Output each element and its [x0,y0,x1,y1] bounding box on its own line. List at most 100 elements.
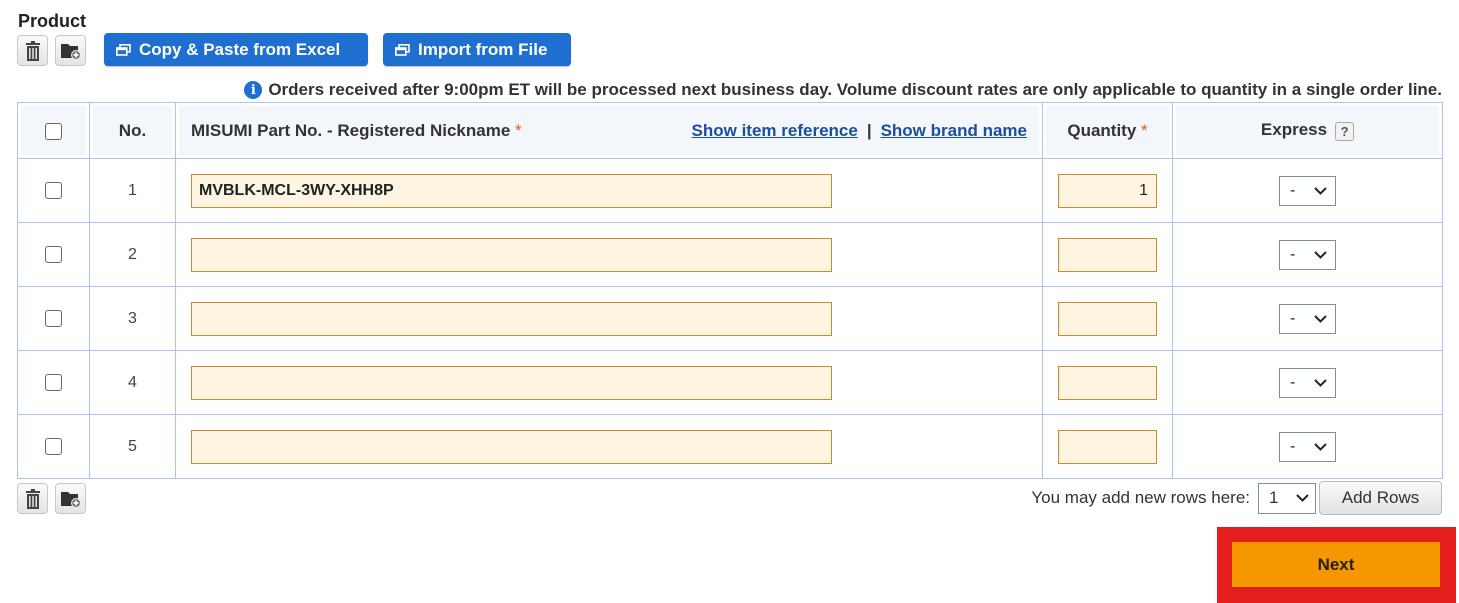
chevron-down-icon [1314,378,1327,387]
quantity-input[interactable] [1058,237,1157,272]
trash-icon [25,488,40,509]
link-separator: | [866,120,872,140]
table-row: 5 - [17,414,1443,479]
row-select-cell [17,350,90,415]
info-icon: i [244,81,263,99]
add-rows-area: You may add new rows here: 1 Add Rows [1031,481,1442,515]
import-from-file-label: Import from File [418,39,548,59]
next-highlight: Next [1217,527,1456,603]
quantity-input[interactable] [1058,429,1157,464]
row-number: 3 [89,286,176,351]
order-notice: i Orders received after 9:00pm ET will b… [244,80,1442,100]
copy-paste-excel-button[interactable]: Copy & Paste from Excel [104,33,368,66]
express-value: - [1290,309,1296,327]
folder-add-icon [60,491,81,508]
order-notice-text: Orders received after 9:00pm ET will be … [268,80,1442,99]
add-folder-button[interactable] [55,35,86,66]
header-links: Show item reference | Show brand name [692,121,1027,141]
row-select-cell [17,158,90,223]
table-row: 1 MVBLK-MCL-3WY-XHH8P 1 - [17,158,1443,223]
window-icon [395,43,410,56]
express-cell: - [1172,158,1443,223]
add-rows-label: You may add new rows here: [1031,488,1250,507]
add-folder-button-bottom[interactable] [55,483,86,514]
import-from-file-button[interactable]: Import from File [383,33,571,66]
header-part: MISUMI Part No. - Registered Nickname * … [175,102,1043,159]
row-select-cell [17,222,90,287]
express-select[interactable]: - [1279,431,1336,462]
select-all-checkbox[interactable] [45,122,62,140]
row-number: 4 [89,350,176,415]
part-cell: MVBLK-MCL-3WY-XHH8P [175,158,1043,223]
express-select[interactable]: - [1279,367,1336,398]
quantity-cell: 1 [1042,158,1173,223]
express-value: - [1290,437,1296,455]
part-number-input[interactable]: MVBLK-MCL-3WY-XHH8P [191,173,832,208]
row-checkbox[interactable] [45,245,62,263]
row-checkbox[interactable] [45,181,62,199]
part-number-input[interactable] [191,365,832,400]
row-select-cell [17,286,90,351]
quantity-cell [1042,286,1173,351]
help-icon[interactable]: ? [1335,121,1355,141]
trash-icon [25,40,40,61]
express-cell: - [1172,286,1443,351]
header-part-label: MISUMI Part No. - Registered Nickname * [191,120,522,140]
express-cell: - [1172,222,1443,287]
quantity-input[interactable]: 1 [1058,173,1157,208]
row-number: 1 [89,158,176,223]
section-title: Product [18,11,87,31]
express-value: - [1290,245,1296,263]
chevron-down-icon [1296,494,1309,502]
chevron-down-icon [1314,186,1327,195]
part-cell [175,350,1043,415]
required-mark: * [515,120,522,140]
chevron-down-icon [1314,314,1327,323]
express-select[interactable]: - [1279,303,1336,334]
part-cell [175,414,1043,479]
quantity-cell [1042,222,1173,287]
part-cell [175,286,1043,351]
part-number-input[interactable] [191,429,832,464]
add-rows-count-value: 1 [1269,488,1279,507]
table-row: 3 - [17,286,1443,351]
select-all-cell [17,102,90,159]
row-checkbox[interactable] [45,309,62,327]
quantity-cell [1042,414,1173,479]
window-icon [116,43,131,56]
next-button[interactable]: Next [1232,542,1440,587]
delete-rows-button[interactable] [17,35,48,66]
delete-rows-button-bottom[interactable] [17,483,48,514]
chevron-down-icon [1314,250,1327,259]
table-row: 4 - [17,350,1443,415]
chevron-down-icon [1314,442,1327,451]
express-select[interactable]: - [1279,239,1336,270]
header-quantity: Quantity * [1042,102,1173,159]
row-checkbox[interactable] [45,373,62,391]
quantity-input[interactable] [1058,365,1157,400]
folder-add-icon [60,43,81,60]
part-number-input[interactable] [191,237,832,272]
part-number-input[interactable] [191,301,832,336]
order-table: No. MISUMI Part No. - Registered Nicknam… [17,102,1443,479]
table-header-row: No. MISUMI Part No. - Registered Nicknam… [17,102,1443,159]
row-select-cell [17,414,90,479]
show-item-reference-link[interactable]: Show item reference [692,121,858,140]
express-cell: - [1172,414,1443,479]
quantity-cell [1042,350,1173,415]
show-brand-name-link[interactable]: Show brand name [881,121,1027,140]
part-cell [175,222,1043,287]
table-row: 2 - [17,222,1443,287]
express-value: - [1290,181,1296,199]
header-no: No. [89,102,176,159]
row-number: 2 [89,222,176,287]
row-number: 5 [89,414,176,479]
add-rows-count-select[interactable]: 1 [1258,482,1316,514]
express-select[interactable]: - [1279,175,1336,206]
express-cell: - [1172,350,1443,415]
quantity-input[interactable] [1058,301,1157,336]
required-mark: * [1141,120,1148,140]
header-express: Express? [1172,102,1443,159]
row-checkbox[interactable] [45,437,62,455]
add-rows-button[interactable]: Add Rows [1319,481,1442,515]
